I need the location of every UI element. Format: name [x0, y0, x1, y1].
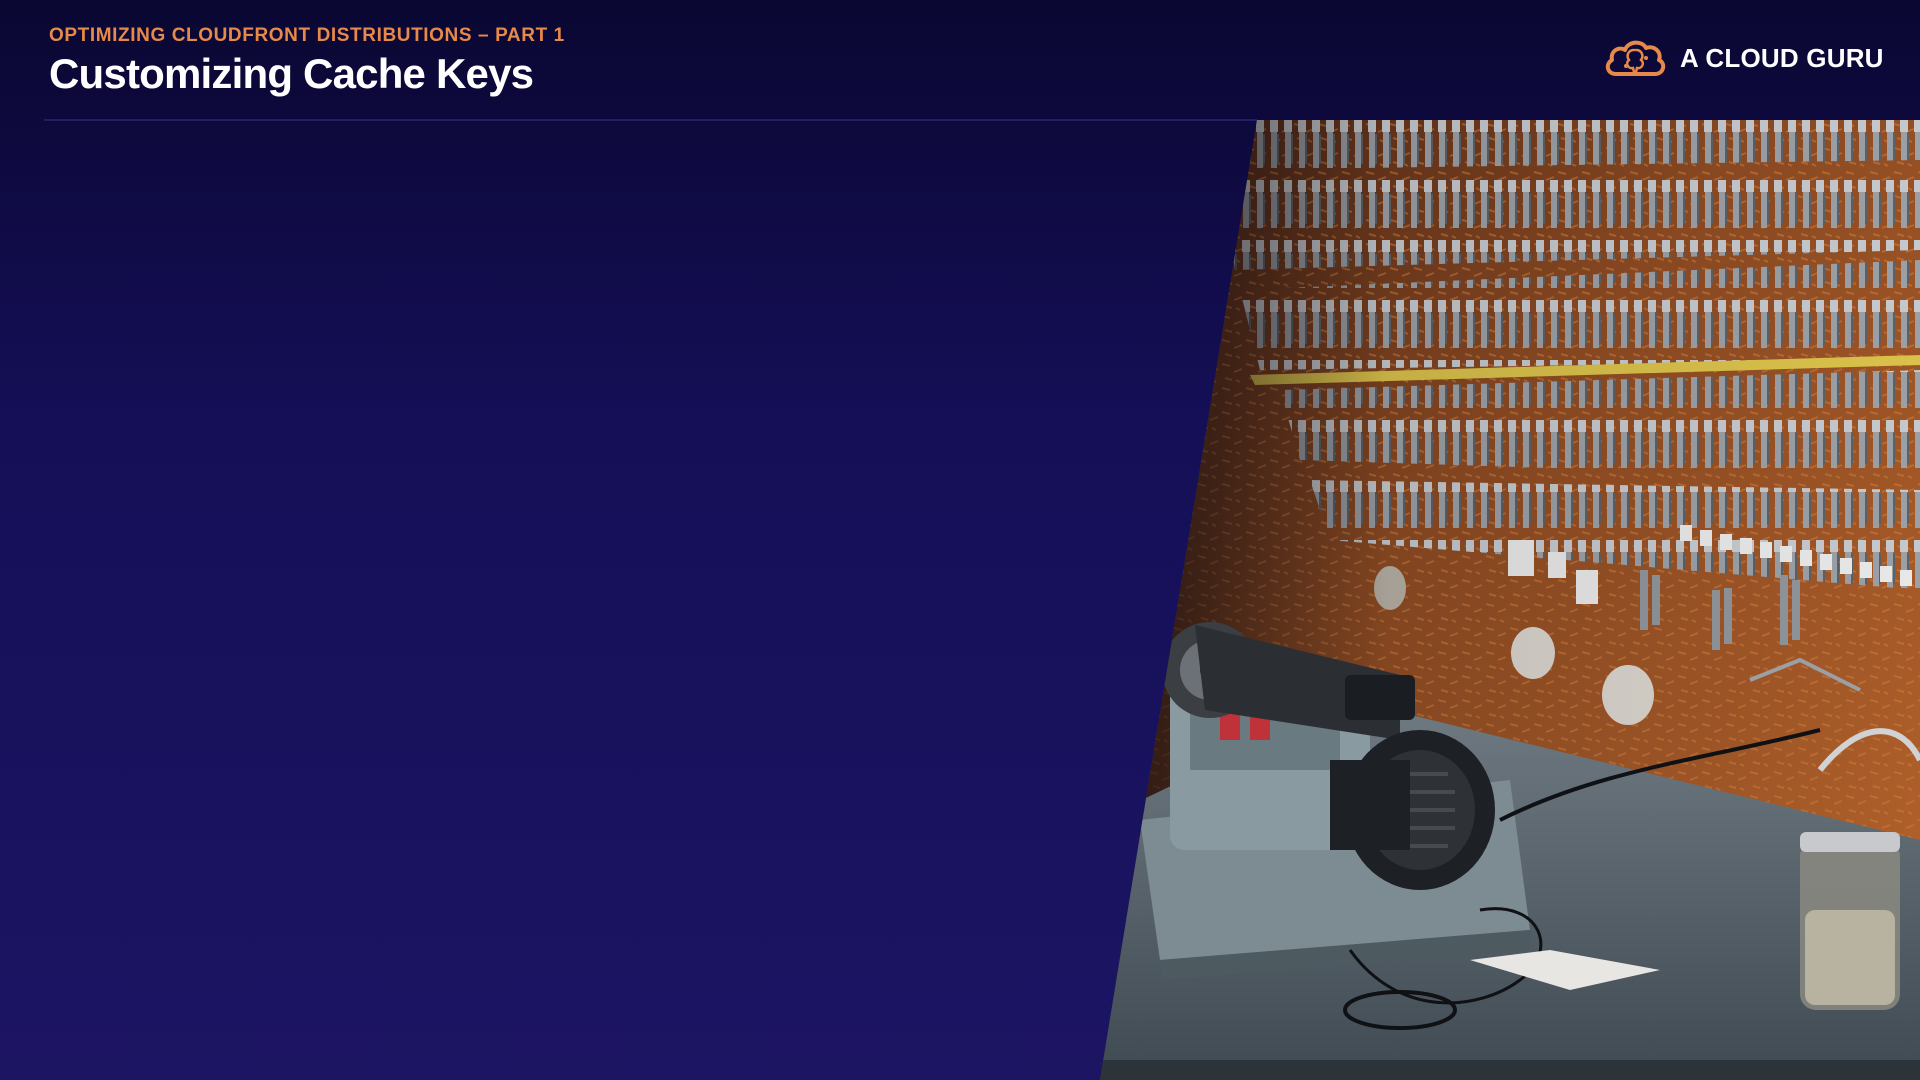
brand-logo: A CLOUD GURU: [1602, 36, 1884, 80]
slide-header: OPTIMIZING CLOUDFRONT DISTRIBUTIONS – PA…: [0, 0, 1920, 120]
header-divider: [44, 119, 1257, 121]
course-subtitle: OPTIMIZING CLOUDFRONT DISTRIBUTIONS – PA…: [49, 25, 565, 46]
brand-name: A CLOUD GURU: [1680, 42, 1884, 73]
slide-title: Customizing Cache Keys: [49, 50, 534, 97]
key-cutting-workshop-illustration: [1100, 120, 1920, 1080]
cloud-brain-icon: [1605, 40, 1666, 76]
workshop-photo: [1100, 120, 1920, 1080]
slide: OPTIMIZING CLOUDFRONT DISTRIBUTIONS – PA…: [0, 0, 1920, 1080]
